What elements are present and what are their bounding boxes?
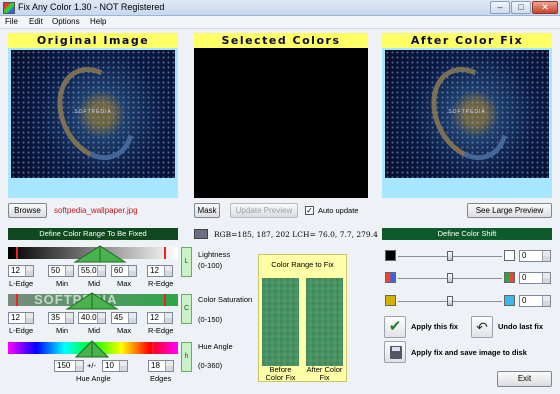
window-title: Fix Any Color 1.30 - NOT Registered [18, 2, 165, 12]
hue-angle-label: Hue Angle [76, 374, 111, 383]
close-button[interactable]: ✕ [532, 1, 558, 14]
after-fix-header: After Color Fix [382, 33, 552, 48]
app-icon [3, 2, 15, 14]
shift-row3-right-color [504, 295, 515, 306]
rgb-lch-readout: RGB=185, 187, 202 LCH= 76.0, 7.7, 279.4 [214, 230, 378, 239]
hue-range: (0-360) [198, 361, 223, 370]
saturation-r-edge-input[interactable]: 12 [147, 312, 173, 324]
menu-help[interactable]: Help [90, 17, 106, 26]
lightness-title: Lightness [198, 250, 231, 259]
after-fix-label: After Color Fix [306, 365, 343, 382]
lightness-min-input[interactable]: 50 [48, 265, 74, 277]
lightness-left-edge-marker[interactable] [16, 247, 18, 259]
shift-row2-right-color [504, 272, 515, 283]
shift-row2-knob[interactable] [447, 273, 453, 283]
saturation-r-edge-label: R-Edge [148, 326, 174, 335]
shift-row3-knob[interactable] [447, 296, 453, 306]
shift-row1-input[interactable]: 0 [519, 250, 551, 262]
apply-save-label[interactable]: Apply fix and save image to disk [411, 348, 527, 357]
lightness-range: (0-100) [198, 261, 223, 270]
undo-fix-label[interactable]: Undo last fix [498, 322, 543, 331]
hue-tolerance-input[interactable]: 10 [102, 360, 128, 372]
color-range-title: Color Range to Fix [271, 260, 334, 269]
hue-edges-label: Edges [150, 374, 172, 383]
before-fix-swatch [262, 278, 299, 366]
before-fix-label: Before Color Fix [265, 365, 296, 382]
menu-bar [0, 16, 560, 29]
selected-colors-view[interactable] [194, 48, 368, 198]
lightness-l-edge-input[interactable]: 12 [8, 265, 34, 277]
maximize-button[interactable]: □ [511, 1, 531, 14]
shift-row1-right-color [504, 250, 515, 261]
lightness-right-edge-marker[interactable] [164, 247, 166, 259]
lightness-mid-input[interactable]: 55.0 [78, 265, 106, 277]
shift-row1-left-color [385, 250, 396, 261]
color-shift-header: Define Color Shift [382, 228, 552, 240]
saturation-right-edge-marker[interactable] [164, 294, 166, 306]
hue-edge-marker[interactable] [152, 342, 154, 354]
lightness-min-label: Min [56, 279, 69, 288]
update-preview-button[interactable]: Update Preview [230, 203, 298, 218]
saturation-tab[interactable]: C [181, 294, 192, 324]
hue-tab[interactable]: h [181, 342, 192, 372]
undo-icon[interactable]: ↶ [471, 316, 493, 338]
lightness-l-edge-label: L-Edge [9, 279, 34, 288]
lightness-range-handle[interactable] [70, 244, 130, 264]
lightness-r-edge-input[interactable]: 12 [147, 265, 173, 277]
image-watermark: SOFTPEDIA [448, 108, 486, 115]
shift-row1-knob[interactable] [447, 251, 453, 261]
browse-button[interactable]: Browse [8, 203, 47, 218]
after-fix-image[interactable]: SOFTPEDIA [385, 50, 549, 178]
hue-edges-input[interactable]: 18 [148, 360, 174, 372]
menu-options[interactable]: Options [52, 17, 80, 26]
saturation-min-label: Min [56, 326, 69, 335]
shift-row2-input[interactable]: 0 [519, 272, 551, 284]
hue-angle-input[interactable]: 150 [54, 360, 84, 372]
saturation-range: (0-150) [198, 315, 223, 324]
lightness-tab[interactable]: L [181, 247, 192, 277]
saturation-range-handle[interactable] [62, 291, 122, 311]
hue-range-handle[interactable] [72, 339, 112, 359]
selected-color-swatch [194, 229, 208, 239]
saturation-max-input[interactable]: 45 [111, 312, 137, 324]
shift-row2-left-color [385, 272, 396, 283]
saturation-max-label: Max [117, 326, 132, 335]
auto-update-checkbox[interactable]: ✓ [305, 206, 314, 215]
saturation-l-edge-input[interactable]: 12 [8, 312, 34, 324]
lightness-max-label: Max [117, 279, 132, 288]
lightness-r-edge-label: R-Edge [148, 279, 174, 288]
auto-update-label: Auto update [318, 206, 359, 215]
image-watermark: SOFTPEDIA [74, 108, 112, 115]
after-fix-swatch [306, 278, 343, 366]
original-image[interactable]: SOFTPEDIA [11, 50, 175, 178]
exit-button[interactable]: Exit [497, 371, 552, 387]
apply-fix-label[interactable]: Apply this fix [411, 322, 458, 331]
saturation-min-input[interactable]: 35 [48, 312, 74, 324]
hue-title: Hue Angle [198, 342, 233, 351]
lightness-max-input[interactable]: 60 [111, 265, 137, 277]
saturation-left-edge-marker[interactable] [16, 294, 18, 306]
mask-button[interactable]: Mask [194, 203, 220, 218]
selected-colors-header: Selected Colors [194, 33, 368, 48]
save-disk-icon[interactable] [384, 341, 406, 363]
saturation-mid-label: Mid [88, 326, 101, 335]
color-range-header: Define Color Range To Be Fixed [8, 228, 178, 240]
menu-file[interactable]: File [5, 17, 18, 26]
filename-label: softpedia_wallpaper.jpg [54, 206, 138, 215]
saturation-mid-input[interactable]: 40.0 [78, 312, 106, 324]
menu-edit[interactable]: Edit [29, 17, 43, 26]
minimize-button[interactable]: ‒ [490, 1, 510, 14]
saturation-l-edge-label: L-Edge [9, 326, 34, 335]
apply-fix-icon[interactable]: ✔ [384, 316, 406, 338]
saturation-title: Color Saturation [198, 295, 253, 304]
shift-row3-input[interactable]: 0 [519, 295, 551, 307]
lightness-mid-label: Mid [88, 279, 101, 288]
hue-plusminus-label: +/- [87, 361, 96, 370]
shift-row3-left-color [385, 295, 396, 306]
original-image-header: Original Image [8, 33, 178, 48]
see-large-preview-button[interactable]: See Large Preview [467, 203, 552, 218]
